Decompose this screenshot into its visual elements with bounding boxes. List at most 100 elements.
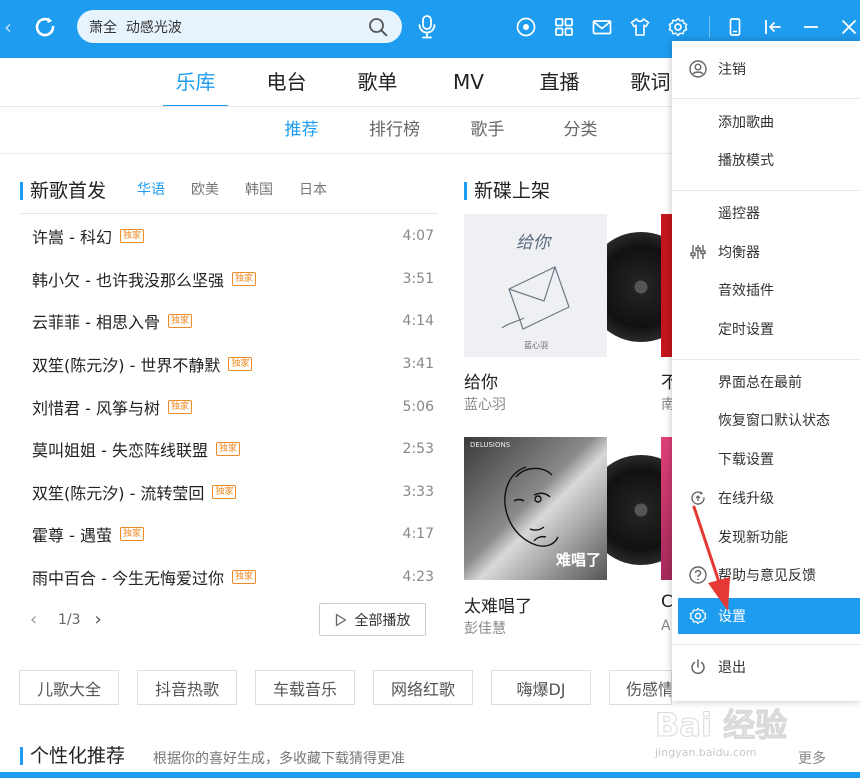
subtab-artists[interactable]: 歌手 xyxy=(441,107,534,153)
subtab-recommend[interactable]: 推荐 xyxy=(255,107,348,153)
lang-tab-japanese[interactable]: 日本 xyxy=(299,180,327,200)
album-title[interactable]: 不 xyxy=(661,368,672,393)
menu-item-play-mode[interactable]: 播放模式 xyxy=(672,142,860,178)
new-albums-title: 新碟上架 xyxy=(464,180,550,202)
menu-item-timer[interactable]: 定时设置 xyxy=(672,311,860,347)
tab-library[interactable]: 乐库 xyxy=(150,58,241,107)
search-icon[interactable] xyxy=(368,17,388,37)
apps-icon[interactable] xyxy=(553,16,575,38)
exclusive-badge: 独家 xyxy=(167,314,192,329)
lang-tab-korean[interactable]: 韩国 xyxy=(245,180,273,200)
album-artist[interactable]: 南 xyxy=(661,394,672,414)
tab-live[interactable]: 直播 xyxy=(514,58,605,106)
menu-item-equalizer[interactable]: 均衡器 xyxy=(672,234,860,270)
menu-item-sound-plugins[interactable]: 音效插件 xyxy=(672,272,860,308)
menu-item-restore-window[interactable]: 恢复窗口默认状态 xyxy=(672,402,860,438)
album-title[interactable]: 给你 xyxy=(464,368,498,393)
menu-item-label: 均衡器 xyxy=(718,245,760,261)
exclusive-badge: 独家 xyxy=(212,484,237,499)
language-tabs: 华语 欧美 韩国 日本 xyxy=(137,180,353,200)
user-icon xyxy=(689,60,707,78)
tab-playlists[interactable]: 歌单 xyxy=(332,58,423,106)
album-cover[interactable]: DELUSIONS 难唱了 xyxy=(464,437,607,580)
song-row[interactable]: 霍尊 - 遇萤 独家 4:17 xyxy=(20,513,438,556)
mini-mode-icon[interactable] xyxy=(724,16,746,38)
menu-item-add-songs[interactable]: 添加歌曲 xyxy=(672,104,860,140)
menu-item-label: 发现新功能 xyxy=(718,530,788,546)
exclusive-badge: 独家 xyxy=(215,442,240,457)
album-card[interactable]: 不 南 xyxy=(661,214,672,414)
back-icon[interactable]: ‹ xyxy=(4,17,18,37)
subtab-categories[interactable]: 分类 xyxy=(534,107,627,153)
microphone-icon[interactable] xyxy=(416,14,438,40)
song-duration: 4:14 xyxy=(402,313,434,330)
song-list: 许嵩 - 科幻 独家 4:07 韩小欠 - 也许我没那么坚强 独家 3:51 云菲菲 -… xyxy=(20,215,438,598)
album-card[interactable]: 给你 蓝心羽 给你 蓝心羽 xyxy=(464,214,696,414)
menu-item-help[interactable]: 帮助与意见反馈 xyxy=(672,557,860,593)
album-cover[interactable] xyxy=(661,214,672,357)
album-artist[interactable]: 蓝心羽 xyxy=(464,394,506,414)
album-artist[interactable]: 彭佳慧 xyxy=(464,618,506,638)
skin-icon[interactable] xyxy=(629,16,651,38)
song-row[interactable]: 刘惜君 - 风筝与树 独家 5:06 xyxy=(20,385,438,428)
menu-item-settings[interactable]: 设置 xyxy=(678,598,860,634)
settings-icon[interactable] xyxy=(667,16,689,38)
songs-divider xyxy=(20,213,438,214)
close-icon[interactable] xyxy=(838,16,860,38)
minimize-icon[interactable] xyxy=(800,16,822,38)
play-all-button[interactable]: 全部播放 xyxy=(319,603,426,636)
album-artist[interactable]: A xyxy=(661,618,671,634)
lang-tab-chinese[interactable]: 华语 xyxy=(137,180,165,200)
tab-mv[interactable]: MV xyxy=(423,58,514,106)
menu-item-remote[interactable]: 遥控器 xyxy=(672,195,860,231)
collapse-icon[interactable] xyxy=(762,16,784,38)
song-duration: 5:06 xyxy=(402,398,434,415)
menu-item-logout[interactable]: 注销 xyxy=(672,51,860,87)
lang-tab-western[interactable]: 欧美 xyxy=(191,180,219,200)
mail-icon[interactable] xyxy=(591,16,613,38)
song-row[interactable]: 双笙(陈元汐) - 流转莹回 独家 3:33 xyxy=(20,471,438,514)
cover-title: 给你 xyxy=(516,233,550,253)
tag-button[interactable]: 嗨爆DJ xyxy=(491,670,591,705)
refresh-icon[interactable] xyxy=(32,14,58,40)
menu-item-download-settings[interactable]: 下载设置 xyxy=(672,441,860,477)
song-row[interactable]: 双笙(陈元汐) - 世界不静默 独家 3:41 xyxy=(20,343,438,386)
song-duration: 4:07 xyxy=(402,228,434,245)
chevron-left-icon[interactable]: ‹ xyxy=(30,611,44,629)
album-cover[interactable] xyxy=(661,437,672,580)
album-card[interactable]: C A xyxy=(661,437,672,637)
menu-item-exit[interactable]: 退出 xyxy=(672,649,860,685)
menu-divider xyxy=(672,98,860,99)
tab-radio[interactable]: 电台 xyxy=(241,58,332,106)
more-link[interactable]: 更多 xyxy=(798,748,826,768)
song-row[interactable]: 许嵩 - 科幻 独家 4:07 xyxy=(20,215,438,258)
song-duration: 2:53 xyxy=(402,441,434,458)
menu-item-new-features[interactable]: 发现新功能 xyxy=(672,519,860,555)
menu-divider xyxy=(672,644,860,645)
menu-item-upgrade[interactable]: 在线升级 xyxy=(672,480,860,516)
tag-button[interactable]: 伤感情 xyxy=(609,670,672,705)
menu-item-always-on-top[interactable]: 界面总在最前 xyxy=(672,364,860,400)
tag-button[interactable]: 车载音乐 xyxy=(255,670,355,705)
album-title[interactable]: 太难唱了 xyxy=(464,592,532,617)
album-title[interactable]: C xyxy=(661,592,672,612)
album-card[interactable]: DELUSIONS 难唱了 太难唱了 彭佳慧 xyxy=(464,437,696,638)
song-row[interactable]: 韩小欠 - 也许我没那么坚强 独家 3:51 xyxy=(20,258,438,301)
tag-button[interactable]: 儿歌大全 xyxy=(19,670,119,705)
radio-icon[interactable] xyxy=(515,16,537,38)
search-box[interactable] xyxy=(77,10,402,43)
equalizer-icon xyxy=(690,245,706,259)
tag-button[interactable]: 抖音热歌 xyxy=(137,670,237,705)
chevron-right-icon[interactable]: › xyxy=(95,611,109,629)
song-row[interactable]: 云菲菲 - 相思入骨 独家 4:14 xyxy=(20,300,438,343)
tag-button[interactable]: 网络红歌 xyxy=(373,670,473,705)
song-row[interactable]: 雨中百合 - 今生无悔爱过你 独家 4:23 xyxy=(20,556,438,599)
exclusive-badge: 独家 xyxy=(167,399,192,414)
song-row[interactable]: 莫叫姐姐 - 失恋阵线联盟 独家 2:53 xyxy=(20,428,438,471)
subtab-charts[interactable]: 排行榜 xyxy=(348,107,441,153)
help-icon xyxy=(689,566,707,584)
album-cover[interactable]: 给你 蓝心羽 xyxy=(464,214,607,357)
search-input[interactable] xyxy=(89,10,359,43)
tag-row: 儿歌大全 抖音热歌 车载音乐 网络红歌 嗨爆DJ 伤感情 xyxy=(19,670,690,705)
menu-item-label: 下载设置 xyxy=(718,452,774,468)
